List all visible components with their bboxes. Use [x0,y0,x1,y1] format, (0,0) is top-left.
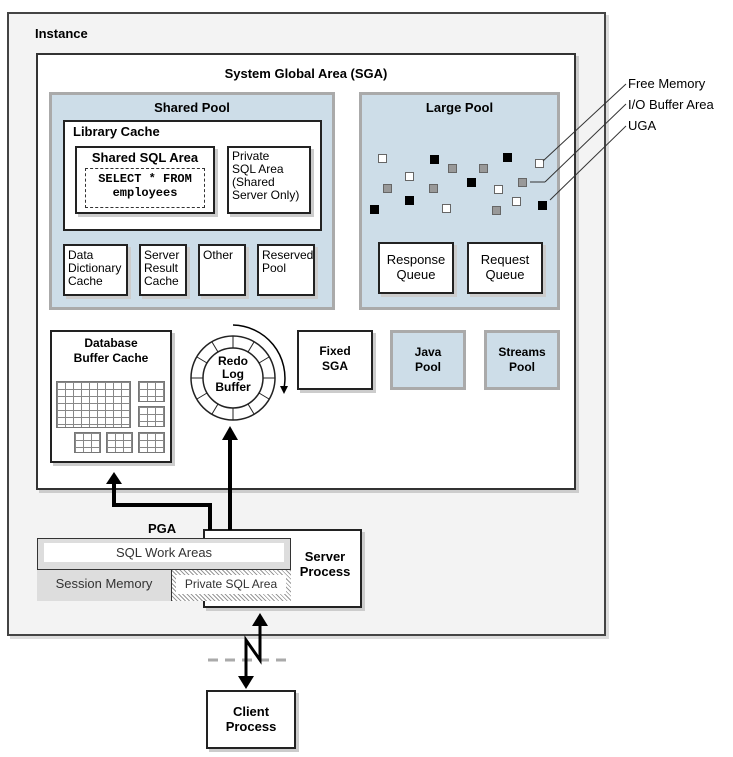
flow-arrows [106,426,292,689]
box-line: Process [225,719,277,734]
arrowhead-icon [252,613,268,626]
client-process: Client Process [206,690,296,749]
box-line: Client [232,704,270,719]
arrowhead-icon [238,676,254,689]
arrow-to-buffer-cache [112,480,212,530]
arrowhead-icon [222,426,238,440]
client-server-connection [244,622,262,678]
arrowhead-icon [106,472,122,484]
